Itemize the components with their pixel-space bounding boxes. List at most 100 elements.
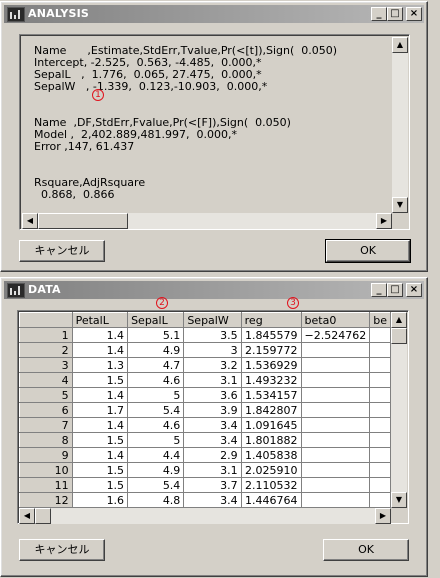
row-header[interactable]: 12 [19,492,73,508]
row-header[interactable]: 9 [19,447,73,463]
table-cell[interactable]: 5 [127,387,185,403]
table-cell[interactable]: 1.5 [71,432,129,448]
table-cell[interactable]: 1.3 [71,357,129,373]
close-button[interactable]: × [406,7,422,21]
table-cell[interactable] [300,387,371,403]
table-cell[interactable] [369,357,391,373]
column-header[interactable]: reg [240,312,302,328]
row-header[interactable]: 5 [19,387,73,403]
minimize-button[interactable]: _ [371,7,387,21]
table-cell[interactable]: 1.6 [71,492,129,508]
scroll-up-icon[interactable]: ▲ [391,312,407,328]
table-cell[interactable]: 3.6 [183,387,242,403]
analysis-hscroll-thumb[interactable] [38,213,128,229]
table-cell[interactable] [369,372,391,388]
column-header[interactable]: be [369,312,391,328]
data-hscroll-thumb[interactable] [35,508,51,524]
column-header[interactable]: SepalW [183,312,242,328]
scroll-left-icon[interactable]: ◀ [19,508,35,524]
analysis-horizontal-scrollbar[interactable]: ◀ ▶ [22,213,392,229]
table-cell[interactable]: 1.5 [71,477,129,493]
table-cell[interactable]: 1.842807 [240,402,302,418]
analysis-titlebar[interactable]: ANALYSIS _ □ × [4,5,424,23]
table-cell[interactable]: 4.6 [127,417,185,433]
table-cell[interactable] [369,492,391,508]
table-cell[interactable] [300,477,371,493]
data-cancel-button[interactable]: キャンセル [19,539,105,561]
table-cell[interactable]: 1.4 [71,327,129,343]
analysis-ok-button[interactable]: OK [325,239,411,263]
table-cell[interactable]: 3.1 [183,462,242,478]
corner-header[interactable] [19,312,73,328]
row-header[interactable]: 11 [19,477,73,493]
column-header[interactable]: SepalL [127,312,185,328]
table-cell[interactable]: 4.9 [127,462,185,478]
table-cell[interactable]: 1.4 [71,342,129,358]
row-header[interactable]: 7 [19,417,73,433]
table-cell[interactable] [369,477,391,493]
table-cell[interactable]: 5.4 [127,402,185,418]
table-cell[interactable]: 3.4 [183,492,242,508]
table-cell[interactable]: −2.524762 [300,327,371,343]
table-cell[interactable]: 1.091645 [240,417,302,433]
table-cell[interactable]: 1.4 [71,387,129,403]
table-cell[interactable]: 3.9 [183,402,242,418]
maximize-button[interactable]: □ [387,283,403,297]
table-cell[interactable]: 3.4 [183,432,242,448]
table-cell[interactable]: 1.5 [71,462,129,478]
row-header[interactable]: 10 [19,462,73,478]
table-cell[interactable]: 4.9 [127,342,185,358]
table-cell[interactable] [300,372,371,388]
data-horizontal-scrollbar[interactable]: ◀ ▶ [19,508,391,524]
table-cell[interactable]: 2.159772 [240,342,302,358]
table-cell[interactable]: 1.7 [71,402,129,418]
table-cell[interactable] [369,432,391,448]
scroll-right-icon[interactable]: ▶ [376,213,392,229]
column-header[interactable]: beta0 [300,312,371,328]
table-cell[interactable] [369,462,391,478]
table-cell[interactable]: 3.7 [183,477,242,493]
table-cell[interactable] [300,342,371,358]
table-cell[interactable]: 2.025910 [240,462,302,478]
table-cell[interactable]: 5.4 [127,477,185,493]
table-cell[interactable]: 4.4 [127,447,185,463]
table-cell[interactable]: 1.845579 [240,327,302,343]
close-button[interactable]: × [406,283,422,297]
row-header[interactable]: 2 [19,342,73,358]
maximize-button[interactable]: □ [387,7,403,21]
data-ok-button[interactable]: OK [323,539,409,561]
scroll-left-icon[interactable]: ◀ [22,213,38,229]
analysis-cancel-button[interactable]: キャンセル [19,240,105,262]
table-cell[interactable]: 3.1 [183,372,242,388]
row-header[interactable]: 6 [19,402,73,418]
scroll-down-icon[interactable]: ▼ [391,492,407,508]
table-cell[interactable]: 4.7 [127,357,185,373]
table-cell[interactable] [369,402,391,418]
row-header[interactable]: 1 [19,327,73,343]
table-cell[interactable]: 3 [183,342,242,358]
table-cell[interactable] [300,432,371,448]
data-vertical-scrollbar[interactable]: ▲ ▼ [391,312,407,508]
table-cell[interactable] [369,447,391,463]
table-cell[interactable]: 5.1 [127,327,185,343]
table-cell[interactable]: 1.493232 [240,372,302,388]
column-header[interactable]: PetalL [71,312,129,328]
data-titlebar[interactable]: DATA _ □ × [4,281,424,299]
table-cell[interactable] [300,357,371,373]
table-cell[interactable]: 3.2 [183,357,242,373]
table-cell[interactable] [300,417,371,433]
table-cell[interactable]: 3.5 [183,327,242,343]
table-cell[interactable] [300,447,371,463]
table-cell[interactable]: 3.4 [183,417,242,433]
table-cell[interactable]: 4.8 [127,492,185,508]
table-cell[interactable]: 1.446764 [240,492,302,508]
row-header[interactable]: 8 [19,432,73,448]
table-cell[interactable]: 5 [127,432,185,448]
minimize-button[interactable]: _ [371,283,387,297]
table-cell[interactable] [300,492,371,508]
row-header[interactable]: 4 [19,372,73,388]
row-header[interactable]: 3 [19,357,73,373]
table-cell[interactable]: 1.4 [71,447,129,463]
table-cell[interactable]: 1.5 [71,372,129,388]
table-cell[interactable]: 1.405838 [240,447,302,463]
